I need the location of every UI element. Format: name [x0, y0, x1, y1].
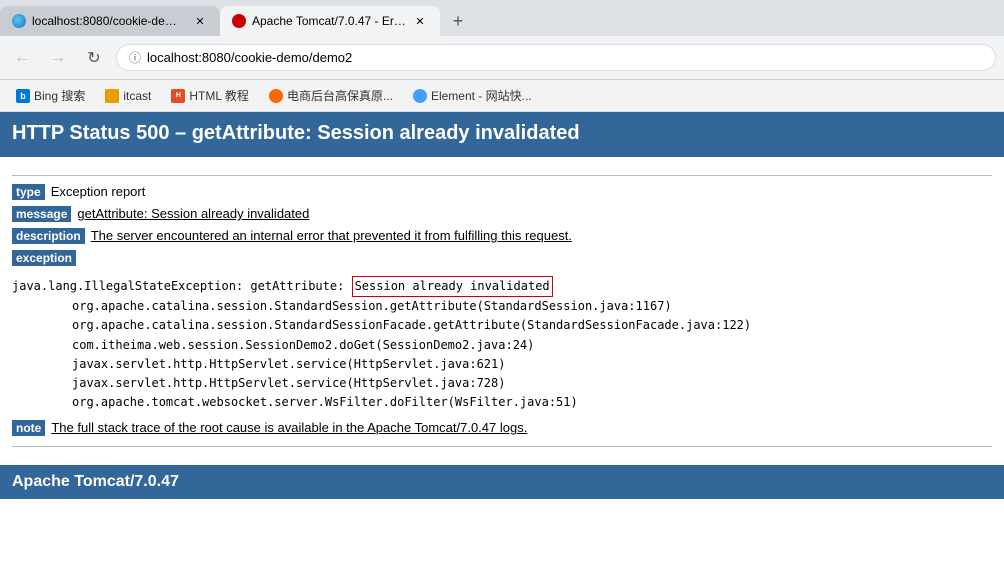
- stack-line-5: javax.servlet.http.HttpServlet.service(H…: [72, 374, 992, 393]
- bookmark-html[interactable]: H HTML 教程: [163, 84, 257, 107]
- refresh-button[interactable]: ↻: [80, 44, 108, 72]
- tab-2-close[interactable]: ✕: [412, 13, 428, 29]
- exception-label: exception: [12, 250, 76, 266]
- bookmark-shop-label: 电商后台高保真原...: [287, 87, 393, 104]
- stack-highlighted: Session already invalidated: [352, 276, 553, 297]
- bookmark-element[interactable]: Element - 网站快...: [405, 84, 540, 107]
- type-row: type Exception report: [12, 184, 992, 200]
- description-row: description The server encountered an in…: [12, 228, 992, 244]
- tab-1-favicon: [12, 14, 26, 28]
- message-row: message getAttribute: Session already in…: [12, 206, 992, 222]
- page-content: HTTP Status 500 – getAttribute: Session …: [0, 112, 1004, 499]
- type-value: Exception report: [51, 184, 146, 199]
- folder-icon: [105, 89, 119, 103]
- stack-line-3: com.itheima.web.session.SessionDemo2.doG…: [72, 336, 992, 355]
- stack-lines: org.apache.catalina.session.StandardSess…: [12, 297, 992, 412]
- type-label: type: [12, 184, 45, 200]
- url-text: localhost:8080/cookie-demo/demo2: [147, 50, 983, 65]
- bookmark-element-label: Element - 网站快...: [431, 87, 532, 104]
- back-button[interactable]: ←: [8, 44, 36, 72]
- stack-line-2: org.apache.catalina.session.StandardSess…: [72, 316, 992, 335]
- new-tab-button[interactable]: +: [444, 7, 472, 35]
- message-label: message: [12, 206, 71, 222]
- description-value: The server encountered an internal error…: [91, 228, 572, 243]
- footer-text: Apache Tomcat/7.0.47: [12, 473, 179, 490]
- bookmark-bing-label: Bing 搜索: [34, 87, 85, 104]
- bookmark-html-label: HTML 教程: [189, 87, 249, 104]
- address-bar: ← → ↻ ⓘ localhost:8080/cookie-demo/demo2: [0, 36, 1004, 80]
- tab-1[interactable]: localhost:8080/cookie-demo/c ✕: [0, 6, 220, 36]
- error-body: type Exception report message getAttribu…: [0, 157, 1004, 465]
- bookmark-bing[interactable]: b Bing 搜索: [8, 84, 93, 107]
- error-title: HTTP Status 500 – getAttribute: Session …: [12, 122, 580, 144]
- tab-2-title: Apache Tomcat/7.0.47 - Error: [252, 14, 406, 28]
- html-icon: H: [171, 89, 185, 103]
- exception-section: exception: [12, 250, 992, 272]
- bookmark-itcast[interactable]: itcast: [97, 86, 159, 106]
- tab-2[interactable]: Apache Tomcat/7.0.47 - Error ✕: [220, 6, 440, 36]
- bookmark-itcast-label: itcast: [123, 89, 151, 103]
- stack-trace: java.lang.IllegalStateException: getAttr…: [12, 276, 992, 412]
- tab-2-favicon: [232, 14, 246, 28]
- stack-line-4: javax.servlet.http.HttpServlet.service(H…: [72, 355, 992, 374]
- lock-icon: ⓘ: [129, 49, 141, 66]
- note-value: The full stack trace of the root cause i…: [51, 420, 527, 435]
- bookmarks-bar: b Bing 搜索 itcast H HTML 教程 电商后台高保真原... E…: [0, 80, 1004, 112]
- tomcat-footer: Apache Tomcat/7.0.47: [0, 465, 1004, 499]
- url-bar[interactable]: ⓘ localhost:8080/cookie-demo/demo2: [116, 44, 996, 71]
- stack-line-1: org.apache.catalina.session.StandardSess…: [72, 297, 992, 316]
- stack-first-line: java.lang.IllegalStateException: getAttr…: [12, 276, 992, 297]
- tab-bar: localhost:8080/cookie-demo/c ✕ Apache To…: [0, 0, 1004, 36]
- tab-1-close[interactable]: ✕: [192, 13, 208, 29]
- bing-icon: b: [16, 89, 30, 103]
- stack-line-6: org.apache.tomcat.websocket.server.WsFil…: [72, 393, 992, 412]
- tab-1-title: localhost:8080/cookie-demo/c: [32, 14, 186, 28]
- message-value: getAttribute: Session already invalidate…: [77, 206, 309, 221]
- forward-button[interactable]: →: [44, 44, 72, 72]
- browser-chrome: localhost:8080/cookie-demo/c ✕ Apache To…: [0, 0, 1004, 112]
- description-label: description: [12, 228, 85, 244]
- divider-top: [12, 175, 992, 176]
- note-label: note: [12, 420, 45, 436]
- divider-bottom: [12, 446, 992, 447]
- note-row: note The full stack trace of the root ca…: [12, 420, 992, 436]
- error-header: HTTP Status 500 – getAttribute: Session …: [0, 112, 1004, 157]
- stack-first-part: java.lang.IllegalStateException: getAttr…: [12, 277, 344, 296]
- element-icon: [413, 89, 427, 103]
- bookmark-shop[interactable]: 电商后台高保真原...: [261, 84, 401, 107]
- shop-icon: [269, 89, 283, 103]
